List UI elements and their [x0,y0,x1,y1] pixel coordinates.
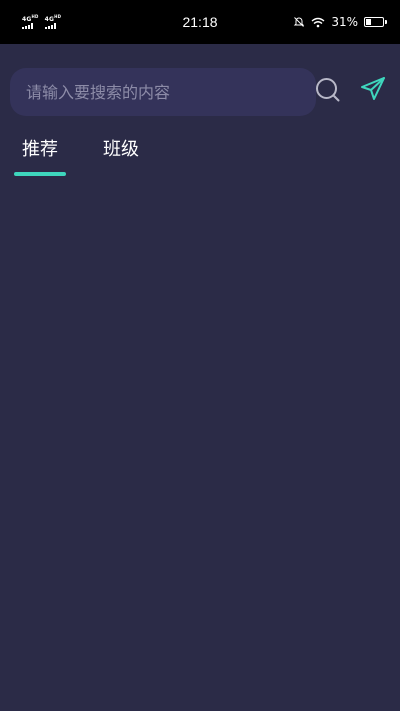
tab-bar: 推荐 班级 [0,128,400,180]
signal-1: 4GHD [22,15,39,29]
battery-fill [366,19,371,25]
active-tab-indicator [14,172,66,176]
search-box[interactable] [10,68,316,116]
search-row [0,66,400,118]
status-bar: 4GHD 4GHD 21:18 31% [0,0,400,44]
send-icon[interactable] [359,75,387,103]
status-right: 31% [293,15,387,29]
wifi-icon [311,17,325,27]
network-type-2: 4GHD [44,14,62,23]
battery-icon [364,17,387,27]
search-input[interactable] [24,81,316,103]
clock: 21:18 [182,14,218,30]
signal-bars-icon [44,23,56,29]
signal-indicators: 4GHD 4GHD [22,15,61,29]
network-type-1: 4GHD [22,14,39,23]
search-icon[interactable] [314,76,342,104]
tab-recommend[interactable]: 推荐 [22,128,58,168]
tab-class[interactable]: 班级 [103,128,139,168]
battery-percent: 31% [331,15,358,29]
signal-2: 4GHD [44,14,62,29]
mute-bell-icon [294,17,305,27]
signal-bars-icon [22,23,33,29]
